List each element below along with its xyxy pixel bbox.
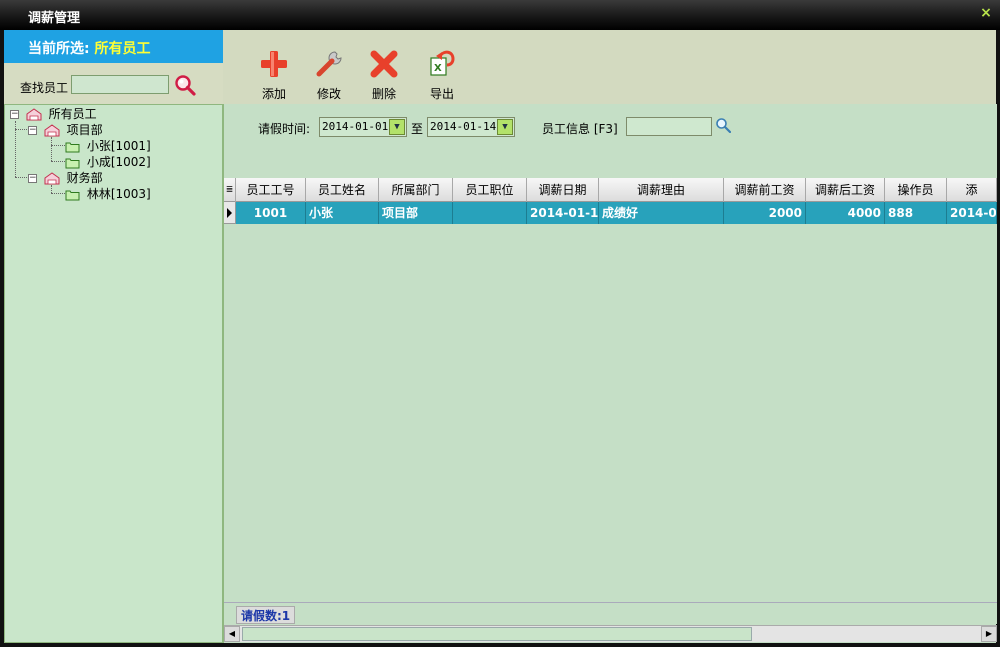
edit-button[interactable]: 修改 xyxy=(309,48,349,102)
home-folder-icon xyxy=(26,108,42,121)
title-bar[interactable]: 调薪管理 × xyxy=(0,0,1000,30)
tree-group-label: 财务部 xyxy=(66,171,103,185)
tree-node-employee[interactable]: 小张[1001] xyxy=(65,138,151,154)
col-employee-name-header[interactable]: 员工姓名 xyxy=(306,178,379,202)
record-count: 请假数:1 xyxy=(236,606,296,624)
status-bar: 请假数:1 xyxy=(224,602,997,624)
col-position-cell xyxy=(453,202,527,224)
filter-bar: 请假时间: 2014-01-01 ▼ 至 2014-01-14 ▼ 员工信息 [… xyxy=(224,104,997,146)
current-selection-header: 当前所选: 所有员工 xyxy=(4,30,223,63)
tree-group-label: 项目部 xyxy=(66,123,103,137)
close-icon[interactable]: × xyxy=(978,5,994,21)
search-icon[interactable] xyxy=(174,74,196,96)
employee-folder-icon xyxy=(65,190,80,200)
row-selector[interactable] xyxy=(224,202,236,224)
add-label: 添加 xyxy=(261,87,286,101)
employee-search-bar: 查找员工 xyxy=(4,63,223,104)
salary-adjustment-window: 调薪管理 × 当前所选: 所有员工 查找员工 − 所有员工 − 项目部 小张[1… xyxy=(0,0,1000,647)
tree-node-project-dept[interactable]: − 项目部 xyxy=(28,122,103,138)
employee-info-input[interactable] xyxy=(626,117,712,136)
svg-text:X: X xyxy=(434,63,442,74)
row-indicator-header: ≣ xyxy=(224,178,236,202)
department-tree: − 所有员工 − 项目部 小张[1001] 小成[1002] − 财务部 林林[… xyxy=(4,104,223,643)
tree-node-employee[interactable]: 小成[1002] xyxy=(65,154,151,170)
export-excel-icon: X xyxy=(430,50,455,76)
department-folder-icon xyxy=(44,124,60,137)
tree-root-label: 所有员工 xyxy=(48,107,97,121)
scroll-left-icon[interactable]: ◀ xyxy=(224,626,240,642)
col-employee-id-header[interactable]: 员工工号 xyxy=(236,178,306,202)
collapse-icon[interactable]: − xyxy=(28,174,37,183)
employee-search-label: 查找员工 xyxy=(20,81,69,95)
col-position-header[interactable]: 员工职位 xyxy=(453,178,527,202)
tree-employee-label: 林林[1003] xyxy=(86,187,151,201)
salary-grid: ≣ 员工工号 员工姓名 所属部门 员工职位 调薪日期 调薪理由 调薪前工资 调薪后工资 操作员添… xyxy=(224,146,997,602)
employee-folder-icon xyxy=(65,158,80,168)
delete-x-icon xyxy=(370,50,398,78)
col-salary-before-header[interactable]: 调薪前工资 xyxy=(724,178,806,202)
delete-label: 删除 xyxy=(371,87,396,101)
col-salary-after-cell: 4000 xyxy=(806,202,885,224)
current-selection-label: 当前所选: 所有员工 xyxy=(28,38,150,58)
col-added-header[interactable]: 添 xyxy=(947,178,997,202)
horizontal-scrollbar[interactable]: ◀ ▶ xyxy=(224,625,997,642)
current-row-arrow-icon xyxy=(227,208,232,218)
col-operator-header[interactable]: 操作员 xyxy=(885,178,947,202)
current-selection-value: 所有员工 xyxy=(94,41,151,57)
grid-header: ≣ 员工工号 员工姓名 所属部门 员工职位 调薪日期 调薪理由 调薪前工资 调薪后工资 操作员添 xyxy=(224,178,997,202)
tree-employee-label: 小成[1002] xyxy=(86,155,151,169)
department-folder-icon xyxy=(44,172,60,185)
delete-button[interactable]: 删除 xyxy=(364,48,404,102)
chevron-down-icon[interactable]: ▼ xyxy=(389,119,405,135)
scroll-right-icon[interactable]: ▶ xyxy=(981,626,997,642)
employee-folder-icon xyxy=(65,142,80,152)
tree-employee-label: 小张[1001] xyxy=(86,139,151,153)
date-from-select[interactable]: 2014-01-01 ▼ xyxy=(319,117,407,137)
col-salary-before-cell: 2000 xyxy=(724,202,806,224)
date-to-value: 2014-01-14 xyxy=(430,120,497,133)
add-button[interactable]: 添加 xyxy=(254,48,294,102)
scroll-thumb[interactable] xyxy=(242,627,752,641)
chevron-down-icon[interactable]: ▼ xyxy=(497,119,513,135)
employee-info-label: 员工信息 [F3] xyxy=(542,122,618,136)
magnifier-icon[interactable] xyxy=(715,117,731,133)
employee-search-input[interactable] xyxy=(71,75,169,94)
col-department-cell: 项目部 xyxy=(379,202,453,224)
col-operator-cell: 888 xyxy=(885,202,947,224)
col-adjust-reason-header[interactable]: 调薪理由 xyxy=(599,178,724,202)
col-adjust-date-cell: 2014-01-14 xyxy=(527,202,599,224)
wrench-icon xyxy=(316,51,342,77)
col-department-header[interactable]: 所属部门 xyxy=(379,178,453,202)
date-to-select[interactable]: 2014-01-14 ▼ xyxy=(427,117,515,137)
export-label: 导出 xyxy=(429,87,454,101)
tree-node-finance-dept[interactable]: − 财务部 xyxy=(28,170,103,186)
window-title: 调薪管理 xyxy=(28,11,81,26)
date-from-value: 2014-01-01 xyxy=(322,120,389,133)
export-button[interactable]: X 导出 xyxy=(422,48,462,102)
col-adjust-date-header[interactable]: 调薪日期 xyxy=(527,178,599,202)
edit-label: 修改 xyxy=(316,87,341,101)
col-salary-after-header[interactable]: 调薪后工资 xyxy=(806,178,885,202)
plus-icon xyxy=(261,51,287,77)
col-employee-name-cell: 小张 xyxy=(306,202,379,224)
tree-node-employee[interactable]: 林林[1003] xyxy=(65,186,151,202)
period-label: 请假时间: xyxy=(258,122,311,136)
col-employee-id-cell: 1001 xyxy=(236,202,306,224)
to-label: 至 xyxy=(411,122,424,136)
main-panel: 请假时间: 2014-01-01 ▼ 至 2014-01-14 ▼ 员工信息 [… xyxy=(223,104,997,643)
tree-node-all-employees[interactable]: − 所有员工 xyxy=(10,106,97,122)
col-added-cell: 2014-01 xyxy=(947,202,997,224)
collapse-icon[interactable]: − xyxy=(10,110,19,119)
toolbar: 添加 修改 删除 X 导出 xyxy=(223,30,996,104)
collapse-icon[interactable]: − xyxy=(28,126,37,135)
client-area: 当前所选: 所有员工 查找员工 − 所有员工 − 项目部 小张[1001] 小成… xyxy=(4,30,997,643)
current-selection-prefix: 当前所选: xyxy=(28,41,90,57)
table-row[interactable]: 1001小张项目部 2014-01-14成绩好200040008882014-01 xyxy=(236,202,997,224)
col-adjust-reason-cell: 成绩好 xyxy=(599,202,724,224)
